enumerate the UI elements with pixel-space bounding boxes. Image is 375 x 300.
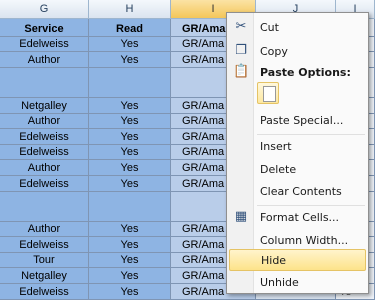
hide-label: Hide (261, 253, 287, 267)
read-cell[interactable]: Yes (89, 98, 171, 114)
paste-special-label: Paste Special... (260, 113, 344, 127)
service-cell[interactable]: Edelweiss (0, 237, 89, 253)
read-cell[interactable]: Yes (89, 222, 171, 237)
service-cell[interactable] (0, 68, 89, 98)
hide-menu-item[interactable]: Hide (229, 249, 366, 271)
copy-icon: ❐ (235, 43, 247, 58)
clipboard-icon: 📋 (233, 64, 250, 79)
column-width-menu-item[interactable]: Column Width... (229, 229, 366, 251)
format-cells-icon: ▦ (234, 209, 248, 224)
context-menu: ✂ Cut ❐ Copy 📋 Paste Options: Paste Spec… (226, 12, 369, 294)
cut-label: Cut (260, 20, 279, 34)
read-cell[interactable]: Yes (89, 176, 171, 192)
service-cell[interactable]: Author (0, 114, 89, 129)
service-cell[interactable]: Edelweiss (0, 284, 89, 300)
read-cell[interactable]: Yes (89, 114, 171, 129)
read-cell[interactable]: Yes (89, 129, 171, 145)
insert-label: Insert (260, 139, 292, 153)
read-cell[interactable]: Yes (89, 37, 171, 52)
service-cell[interactable]: Edelweiss (0, 129, 89, 145)
delete-label: Delete (260, 162, 297, 176)
service-cell[interactable]: Edelweiss (0, 145, 89, 160)
copy-label: Copy (260, 44, 288, 58)
read-cell[interactable]: Yes (89, 253, 171, 268)
paste-options-header: 📋 Paste Options: (229, 61, 366, 83)
header-read[interactable]: Read (89, 19, 171, 37)
service-cell[interactable]: Author (0, 222, 89, 237)
paste-icon[interactable] (257, 82, 279, 104)
read-cell[interactable]: Yes (89, 237, 171, 253)
read-cell[interactable]: Yes (89, 145, 171, 160)
column-width-label: Column Width... (260, 233, 349, 247)
service-cell[interactable]: Edelweiss (0, 176, 89, 192)
format-cells-label: Format Cells... (260, 210, 340, 224)
clear-contents-menu-item[interactable]: Clear Contents (229, 180, 366, 202)
column-header-g[interactable]: G (0, 0, 89, 19)
scissors-icon: ✂ (235, 19, 247, 34)
service-cell[interactable]: Tour (0, 253, 89, 268)
clear-contents-label: Clear Contents (260, 184, 342, 198)
service-cell[interactable] (0, 192, 89, 222)
service-cell[interactable]: Author (0, 160, 89, 176)
service-cell[interactable]: Edelweiss (0, 37, 89, 52)
copy-menu-item[interactable]: ❐ Copy (229, 40, 366, 62)
delete-menu-item[interactable]: Delete (229, 158, 366, 180)
service-cell[interactable]: Author (0, 52, 89, 68)
read-cell[interactable]: Yes (89, 52, 171, 68)
service-cell[interactable]: Netgalley (0, 268, 89, 284)
read-cell[interactable] (89, 192, 171, 222)
header-service[interactable]: Service (0, 19, 89, 37)
read-cell[interactable]: Yes (89, 268, 171, 284)
service-cell[interactable]: Netgalley (0, 98, 89, 114)
insert-menu-item[interactable]: Insert (229, 135, 366, 157)
paste-options-label: Paste Options: (260, 65, 351, 79)
read-cell[interactable] (89, 68, 171, 98)
unhide-menu-item[interactable]: Unhide (229, 271, 366, 293)
read-cell[interactable]: Yes (89, 284, 171, 300)
unhide-label: Unhide (260, 275, 299, 289)
cut-menu-item[interactable]: ✂ Cut (229, 16, 366, 38)
column-header-h[interactable]: H (89, 0, 171, 19)
read-cell[interactable]: Yes (89, 160, 171, 176)
paste-special-menu-item[interactable]: Paste Special... (229, 109, 366, 131)
format-cells-menu-item[interactable]: ▦ Format Cells... (229, 206, 366, 228)
